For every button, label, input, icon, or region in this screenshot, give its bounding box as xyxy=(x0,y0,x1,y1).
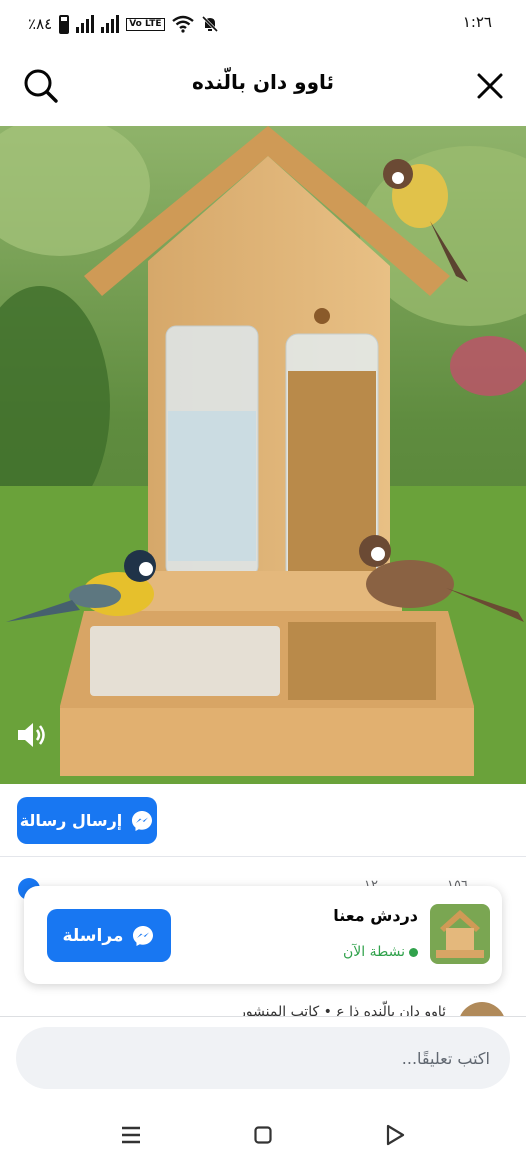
comment-composer xyxy=(0,1016,526,1107)
home-square-icon xyxy=(254,1126,272,1144)
message-button[interactable]: مراسلة xyxy=(47,909,171,962)
system-nav-bar xyxy=(0,1106,526,1169)
close-button[interactable] xyxy=(470,66,510,106)
mute-bell-icon xyxy=(201,15,218,33)
menu-icon xyxy=(122,1126,140,1144)
online-dot-icon xyxy=(409,947,418,957)
wifi-icon xyxy=(171,15,194,33)
bird-feeder-illustration xyxy=(0,126,526,784)
battery-percent: ٪٨٤ xyxy=(28,15,53,33)
page-title: ئاوو دان بالّنده xyxy=(191,70,335,94)
clock: ١:٢٦ xyxy=(462,13,492,31)
send-message-row: إرسال رسالة xyxy=(0,784,526,857)
comment-input[interactable] xyxy=(16,1027,510,1089)
chat-card-title: دردش معنا xyxy=(333,906,418,925)
close-icon xyxy=(477,73,503,99)
chat-with-us-card[interactable]: دردش معنا نشطة الآن مراسلة xyxy=(24,886,502,984)
messenger-icon xyxy=(132,810,153,831)
messenger-icon xyxy=(133,925,154,946)
battery-icon xyxy=(59,14,70,34)
back-button[interactable] xyxy=(380,1120,410,1150)
speaker-icon xyxy=(18,723,45,747)
recents-button[interactable] xyxy=(116,1120,146,1150)
page-avatar xyxy=(430,904,490,964)
volte-badge: Vo LTE xyxy=(126,17,165,31)
active-status: نشطة الآن xyxy=(343,944,418,960)
post-image[interactable] xyxy=(0,126,526,784)
signal-icon-2 xyxy=(101,15,120,33)
home-button[interactable] xyxy=(248,1120,278,1150)
sound-toggle[interactable] xyxy=(14,718,48,752)
active-status-text: نشطة الآن xyxy=(343,944,405,960)
status-bar: ٪٨٤ Vo LTE ١:٢٦ xyxy=(0,0,526,48)
send-message-label: إرسال رسالة xyxy=(19,811,123,830)
signal-icon xyxy=(76,15,95,33)
back-triangle-icon xyxy=(386,1124,405,1146)
send-message-button[interactable]: إرسال رسالة xyxy=(17,797,157,844)
status-icons: ٪٨٤ Vo LTE xyxy=(28,12,219,36)
message-button-label: مراسلة xyxy=(62,925,124,946)
post-header: ئاوو دان بالّنده xyxy=(0,48,526,124)
